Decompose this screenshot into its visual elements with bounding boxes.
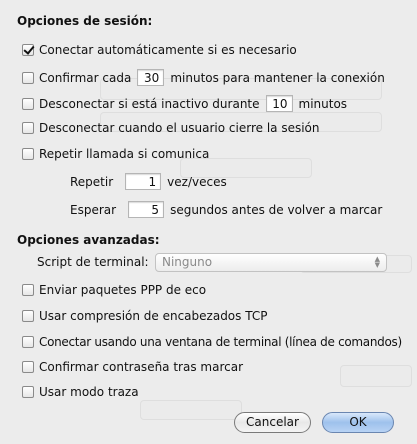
redial-row[interactable]: Repetir llamada si comunica [22, 147, 209, 161]
ok-button[interactable]: OK [322, 412, 394, 433]
session-options-title: Opciones de sesión: [17, 14, 153, 28]
tcp-compression-row[interactable]: Usar compresión de encabezados TCP [22, 309, 267, 323]
disconnect-logout-row[interactable]: Desconectar cuando el usuario cierre la … [22, 121, 320, 135]
trace-mode-label: Usar modo traza [39, 385, 139, 399]
disconnect-idle-checkbox[interactable] [22, 97, 34, 110]
confirm-password-checkbox[interactable] [22, 361, 34, 373]
confirm-password-label: Confirmar contraseña tras marcar [39, 360, 243, 374]
connect-auto-row[interactable]: Conectar automáticamente si es necesario [22, 43, 297, 57]
disconnect-logout-checkbox[interactable] [22, 122, 34, 134]
session-options-sheet: Opciones de sesión: Conectar automáticam… [0, 0, 417, 444]
terminal-window-row[interactable]: Conectar usando una ventana de terminal … [22, 335, 402, 349]
wait-input[interactable]: 5 [128, 201, 165, 218]
trace-mode-row[interactable]: Usar modo traza [22, 385, 139, 399]
terminal-window-label: Conectar usando una ventana de terminal … [39, 335, 402, 349]
connect-auto-label: Conectar automáticamente si es necesario [39, 43, 297, 57]
confirm-every-input[interactable]: 30 [137, 69, 165, 86]
tcp-compression-label: Usar compresión de encabezados TCP [39, 309, 268, 323]
cancel-button[interactable]: Cancelar [234, 412, 311, 433]
redial-label: Repetir llamada si comunica [39, 147, 210, 161]
terminal-script-select[interactable]: Ninguno ▲ ▼ [155, 253, 387, 272]
redial-checkbox[interactable] [22, 148, 34, 160]
repeat-row: Repetir 1 vez/veces [70, 173, 227, 190]
wait-label: Esperar [70, 202, 117, 217]
wait-row: Esperar 5 segundos antes de volver a mar… [70, 201, 382, 218]
disconnect-idle-suffix: minutos [298, 96, 348, 111]
ppp-echo-checkbox[interactable] [22, 284, 34, 296]
confirm-every-label: Confirmar cada [39, 70, 132, 85]
advanced-options-title: Opciones avanzadas: [17, 233, 160, 247]
ppp-echo-row[interactable]: Enviar paquetes PPP de eco [22, 283, 206, 297]
confirm-password-row[interactable]: Confirmar contraseña tras marcar [22, 360, 243, 374]
chevron-updown-icon: ▲ ▼ [374, 255, 380, 269]
repeat-suffix: vez/veces [167, 174, 227, 189]
repeat-input[interactable]: 1 [125, 173, 162, 190]
terminal-script-row: Script de terminal: [37, 255, 149, 269]
trace-mode-checkbox[interactable] [22, 386, 34, 398]
repeat-label: Repetir [70, 174, 114, 189]
confirm-every-row: Confirmar cada 30 minutos para mantener … [22, 69, 385, 86]
wait-suffix: segundos antes de volver a marcar [170, 202, 383, 217]
disconnect-idle-label: Desconectar si está inactivo durante [39, 96, 260, 111]
terminal-window-checkbox[interactable] [22, 336, 34, 348]
disconnect-idle-input[interactable]: 10 [265, 95, 293, 112]
confirm-every-checkbox[interactable] [22, 71, 34, 84]
connect-auto-checkbox[interactable] [22, 44, 34, 56]
tcp-compression-checkbox[interactable] [22, 310, 34, 322]
terminal-script-label: Script de terminal: [37, 255, 149, 269]
disconnect-idle-row: Desconectar si está inactivo durante 10 … [22, 95, 347, 112]
disconnect-logout-label: Desconectar cuando el usuario cierre la … [39, 121, 320, 135]
confirm-every-suffix: minutos para mantener la conexión [170, 70, 385, 85]
ppp-echo-label: Enviar paquetes PPP de eco [39, 283, 207, 297]
terminal-script-value: Ninguno [162, 255, 213, 269]
